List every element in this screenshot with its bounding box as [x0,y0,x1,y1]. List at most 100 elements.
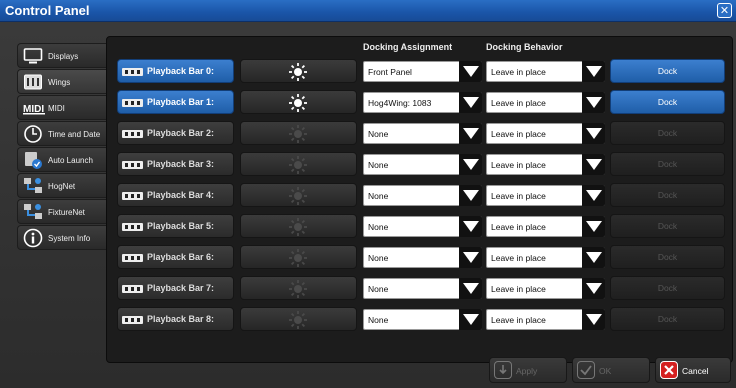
network-icon [23,202,43,222]
sidebar-item-time-and-date[interactable]: Time and Date [17,121,106,146]
identify-button[interactable] [240,90,357,114]
docking-assignment-select[interactable]: None [363,309,482,330]
docking-behavior-select[interactable]: Leave in place [486,278,605,299]
close-icon: ✕ [719,5,730,17]
midi-icon: MIDI [23,98,45,118]
dropdown-arrow-icon[interactable] [459,278,482,299]
docking-assignment-select[interactable]: None [363,185,482,206]
playback-bar-row: Playback Bar 1: Hog4Wing: 1083 Leave in … [107,90,732,114]
docking-assignment-value: None [368,222,389,232]
docking-behavior-select[interactable]: Leave in place [486,61,605,82]
dock-button[interactable]: Dock [610,152,725,176]
docking-behavior-select[interactable]: Leave in place [486,92,605,113]
docking-behavior-value: Leave in place [491,315,546,325]
docking-assignment-select[interactable]: None [363,216,482,237]
dock-button[interactable]: Dock [610,183,725,207]
dock-button[interactable]: Dock [610,59,725,83]
playback-bar-button[interactable]: Playback Bar 5: [117,214,234,238]
identify-button[interactable] [240,183,357,207]
dropdown-arrow-icon[interactable] [459,309,482,330]
sidebar-item-hognet[interactable]: HogNet [17,173,106,198]
sidebar-item-displays[interactable]: Displays [17,43,106,68]
playback-bar-row: Playback Bar 5: None Leave in place Dock [107,214,732,238]
dropdown-arrow-icon[interactable] [582,92,605,113]
docking-assignment-select[interactable]: None [363,123,482,144]
auto-launch-icon [23,150,43,170]
docking-behavior-select[interactable]: Leave in place [486,216,605,237]
check-icon [577,361,595,379]
dropdown-arrow-icon[interactable] [459,61,482,82]
dock-button[interactable]: Dock [610,121,725,145]
playback-bar-label: Playback Bar 0: [147,66,215,76]
docking-assignment-select[interactable]: None [363,278,482,299]
docking-behavior-select[interactable]: Leave in place [486,123,605,144]
dropdown-arrow-icon[interactable] [459,154,482,175]
playback-bar-button[interactable]: Playback Bar 2: [117,121,234,145]
dropdown-arrow-icon[interactable] [582,185,605,206]
docking-assignment-select[interactable]: Hog4Wing: 1083 [363,92,482,113]
dropdown-arrow-icon[interactable] [582,154,605,175]
cancel-label: Cancel [682,366,709,376]
dock-button[interactable]: Dock [610,276,725,300]
playback-bar-label: Playback Bar 8: [147,314,215,324]
playback-bar-label: Playback Bar 7: [147,283,215,293]
docking-behavior-header: Docking Behavior [486,42,563,52]
sidebar-item-wings[interactable]: Wings [17,69,106,94]
docking-behavior-value: Leave in place [491,222,546,232]
playback-bar-button[interactable]: Playback Bar 3: [117,152,234,176]
playback-bar-icon [122,68,143,76]
docking-behavior-select[interactable]: Leave in place [486,247,605,268]
dropdown-arrow-icon[interactable] [459,247,482,268]
identify-button[interactable] [240,245,357,269]
identify-button[interactable] [240,307,357,331]
playback-bar-button[interactable]: Playback Bar 4: [117,183,234,207]
playback-bar-button[interactable]: Playback Bar 8: [117,307,234,331]
docking-assignment-select[interactable]: Front Panel [363,61,482,82]
dropdown-arrow-icon[interactable] [582,247,605,268]
playback-bar-button[interactable]: Playback Bar 7: [117,276,234,300]
dropdown-arrow-icon[interactable] [459,185,482,206]
dock-button[interactable]: Dock [610,307,725,331]
identify-button[interactable] [240,121,357,145]
sidebar-item-label: Wings [48,78,71,87]
close-button[interactable]: ✕ [717,3,732,18]
docking-behavior-value: Leave in place [491,67,546,77]
ok-label: OK [599,366,612,376]
sidebar-item-fixturenet[interactable]: FixtureNet [17,199,106,224]
apply-button[interactable]: Apply [489,357,567,383]
docking-behavior-select[interactable]: Leave in place [486,154,605,175]
docking-assignment-select[interactable]: None [363,154,482,175]
docking-assignment-header: Docking Assignment [363,42,453,52]
sidebar-item-midi[interactable]: MIDI MIDI [17,95,106,120]
sidebar-item-auto-launch[interactable]: Auto Launch [17,147,106,172]
docking-assignment-value: None [368,315,389,325]
dropdown-arrow-icon[interactable] [459,216,482,237]
dropdown-arrow-icon[interactable] [459,123,482,144]
identify-button[interactable] [240,59,357,83]
identify-button[interactable] [240,276,357,300]
playback-bar-button[interactable]: Playback Bar 6: [117,245,234,269]
docking-assignment-select[interactable]: None [363,247,482,268]
dropdown-arrow-icon[interactable] [582,123,605,144]
apply-label: Apply [516,366,538,376]
dock-button[interactable]: Dock [610,245,725,269]
docking-behavior-select[interactable]: Leave in place [486,309,605,330]
playback-bar-icon [122,316,143,324]
dock-button[interactable]: Dock [610,214,725,238]
docking-assignment-value: None [368,129,389,139]
dropdown-arrow-icon[interactable] [582,61,605,82]
ok-button[interactable]: OK [572,357,650,383]
dock-button[interactable]: Dock [610,90,725,114]
dropdown-arrow-icon[interactable] [459,92,482,113]
dropdown-arrow-icon[interactable] [582,278,605,299]
playback-bar-button[interactable]: Playback Bar 1: [117,90,234,114]
identify-button[interactable] [240,152,357,176]
dropdown-arrow-icon[interactable] [582,216,605,237]
dropdown-arrow-icon[interactable] [582,309,605,330]
docking-behavior-select[interactable]: Leave in place [486,185,605,206]
identify-button[interactable] [240,214,357,238]
sidebar-item-system-info[interactable]: System Info [17,225,106,250]
clock-icon [23,124,43,144]
cancel-button[interactable]: Cancel [655,357,731,383]
playback-bar-button[interactable]: Playback Bar 0: [117,59,234,83]
